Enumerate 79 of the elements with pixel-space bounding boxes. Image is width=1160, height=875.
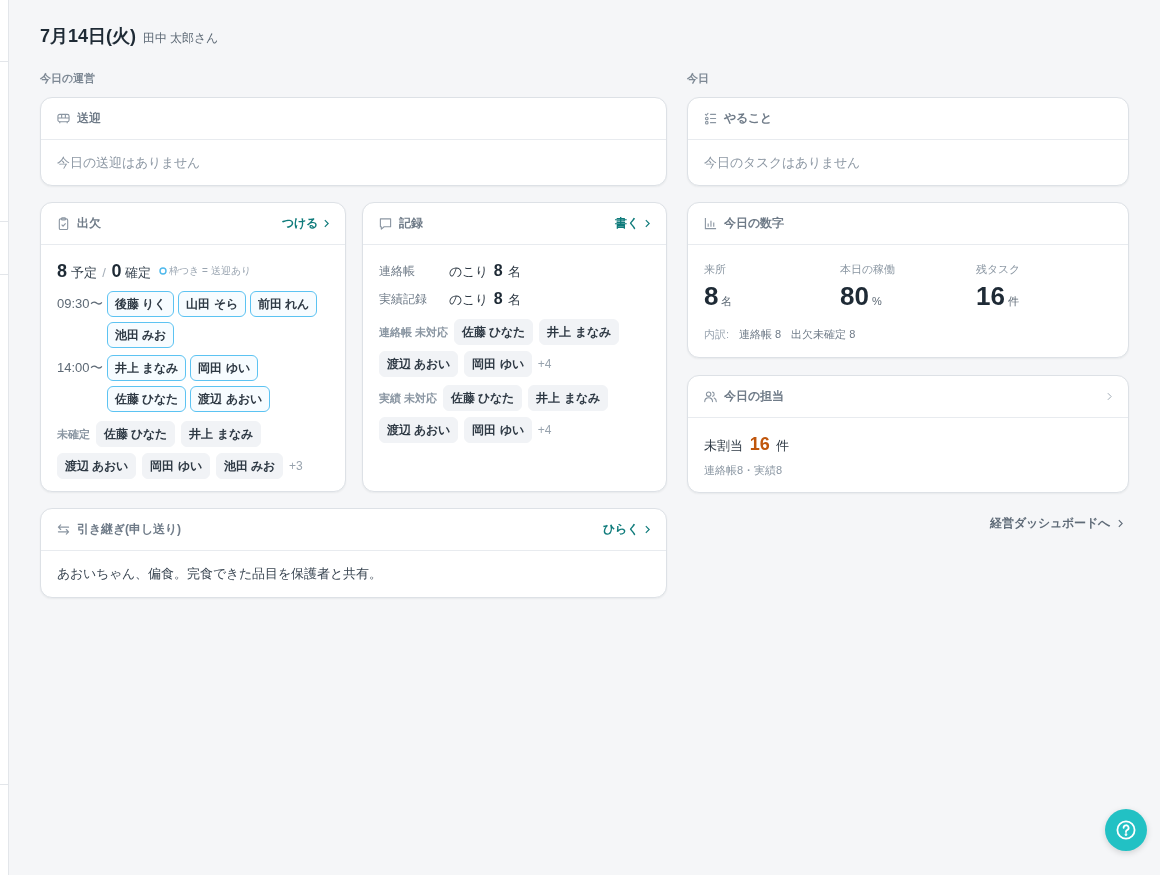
clipboard-check-icon <box>57 217 70 230</box>
swap-arrows-icon <box>57 523 70 536</box>
stat-value: 80% <box>840 281 882 313</box>
card-title: 記録 <box>399 215 423 232</box>
staff-detail: 連絡帳8・実績8 <box>704 463 783 478</box>
child-chip[interactable]: 井上 まなみ <box>528 385 608 411</box>
dashboard-link[interactable]: 経営ダッシュボードへ <box>990 515 1123 531</box>
child-chip[interactable]: 池田 みお <box>215 453 284 479</box>
child-chip[interactable]: 池田 みお <box>107 322 175 348</box>
speech-bubble-icon <box>379 217 392 230</box>
slot-time: 09:30〜 <box>57 295 104 313</box>
section-label: 今日の運営 <box>40 71 95 86</box>
remaining-count: のこり 8 名 <box>449 261 522 281</box>
child-chip[interactable]: 岡田 ゆい <box>464 351 532 377</box>
ring-icon <box>159 267 168 275</box>
people-icon <box>704 390 717 403</box>
help-button[interactable] <box>1105 809 1147 851</box>
unconfirmed-label: 未確定 <box>57 426 90 442</box>
stat-label: 残タスク <box>976 262 1020 277</box>
child-chip[interactable]: 岡田 ゆい <box>464 417 532 443</box>
child-chip[interactable]: 佐藤 ひなた <box>96 421 176 447</box>
card-title: 送迎 <box>77 110 101 127</box>
empty-message: 今日の送迎はありません <box>56 154 201 172</box>
record-label: 連絡帳 <box>379 262 416 280</box>
child-chip[interactable]: 山田 そら <box>178 291 246 317</box>
user-name: 田中 太郎さん <box>143 30 219 47</box>
child-chip[interactable]: 前田 れん <box>249 291 318 317</box>
unassigned-summary: 未割当 16 件 <box>704 433 790 456</box>
card-title: 引き継ぎ(申し送り) <box>77 521 181 538</box>
stat-value: 8 名 <box>704 281 733 313</box>
child-chip[interactable]: 渡辺 あおい <box>379 417 459 443</box>
child-chip[interactable]: 岡田 ゆい <box>142 453 210 479</box>
child-chip[interactable]: 渡辺 あおい <box>379 351 459 377</box>
write-record-link[interactable]: 書く <box>615 215 650 232</box>
card-title: やること <box>724 110 772 127</box>
child-chip[interactable]: 佐藤 ひなた <box>454 319 534 345</box>
section-label: 今日 <box>687 71 709 86</box>
card-title: 今日の数字 <box>724 215 784 232</box>
breakdown-item: 出欠未確定 8 <box>791 327 856 342</box>
child-chip[interactable]: 渡辺 あおい <box>190 386 270 412</box>
chevron-right-icon <box>324 219 329 228</box>
empty-message: 今日のタスクはありません <box>703 154 861 172</box>
child-chip[interactable]: 後藤 りく <box>107 291 175 317</box>
child-chip[interactable]: 佐藤 ひなた <box>107 386 187 412</box>
chevron-right-icon <box>645 219 650 228</box>
more-count: +3 <box>289 459 303 473</box>
child-chip[interactable]: 井上 まなみ <box>181 421 261 447</box>
page-date: 7月14日(火) <box>40 25 137 48</box>
card-title: 今日の担当 <box>724 388 784 405</box>
bar-chart-icon <box>704 217 717 230</box>
stat-value: 16 件 <box>976 281 1019 313</box>
stat-label: 本日の稼働 <box>840 262 895 277</box>
child-chip[interactable]: 井上 まなみ <box>107 355 187 381</box>
checklist-icon <box>704 112 717 125</box>
child-chip[interactable]: 佐藤 ひなた <box>443 385 523 411</box>
chevron-right-icon[interactable] <box>1107 392 1112 401</box>
chevron-right-icon <box>1118 518 1123 528</box>
more-count: +4 <box>537 357 552 371</box>
remaining-count: のこり 8 名 <box>449 289 522 309</box>
child-chip[interactable]: 岡田 ゆい <box>190 355 258 381</box>
record-label: 実績記録 <box>379 290 428 308</box>
attendance-summary: 8 予定 / 0 確定 <box>57 260 152 282</box>
bus-icon <box>57 112 70 125</box>
handover-note: あおいちゃん、偏食。完食できた品目を保護者と共有。 <box>56 565 383 583</box>
pending-label: 連絡帳 未対応 <box>379 324 449 340</box>
question-icon <box>1116 820 1136 840</box>
legend-text: 枠つき = 送迎あり <box>169 264 251 278</box>
stat-label: 来所 <box>704 262 726 277</box>
open-handover-link[interactable]: ひらく <box>603 521 650 538</box>
slot-time: 14:00〜 <box>57 359 104 377</box>
breakdown-label: 内訳: <box>704 327 730 342</box>
child-chip[interactable]: 渡辺 あおい <box>57 453 137 479</box>
record-attendance-link[interactable]: つける <box>282 215 329 232</box>
card-title: 出欠 <box>77 215 101 232</box>
breakdown-item: 連絡帳 8 <box>739 327 782 342</box>
chevron-right-icon <box>645 525 650 534</box>
child-chip[interactable]: 井上 まなみ <box>539 319 619 345</box>
more-count: +4 <box>537 423 552 437</box>
pending-label: 実績 未対応 <box>379 390 438 406</box>
